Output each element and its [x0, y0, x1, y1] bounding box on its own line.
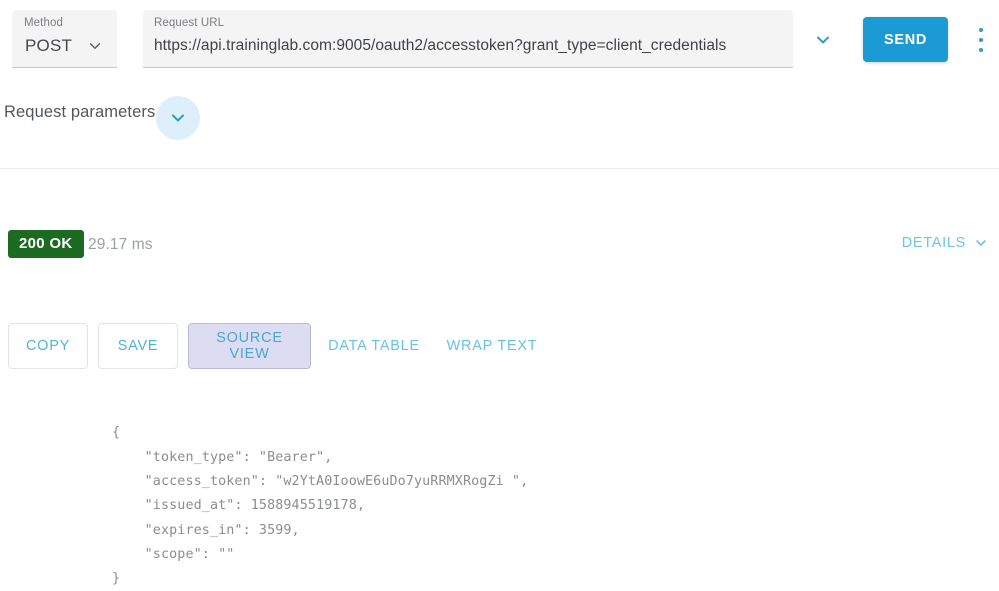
data-table-button[interactable]: DATA TABLE — [319, 323, 429, 369]
response-action-row: COPY SAVE SOURCE VIEW DATA TABLE WRAP TE… — [0, 323, 999, 371]
save-button[interactable]: SAVE — [98, 323, 178, 369]
response-status-row: 200 OK 29.17 ms DETAILS — [0, 228, 999, 264]
kebab-dot — [979, 48, 983, 52]
source-view-button[interactable]: SOURCE VIEW — [188, 323, 311, 369]
request-bar: Method POST Request URL https://api.trai… — [0, 0, 999, 80]
url-expand-chevron-down-icon[interactable] — [809, 26, 837, 54]
section-divider — [0, 168, 999, 169]
chevron-down-icon — [168, 108, 188, 128]
request-parameters-row: Request parameters — [0, 96, 999, 142]
method-selected-value: POST — [25, 36, 73, 55]
request-parameters-toggle-button[interactable] — [156, 96, 200, 140]
details-toggle-button[interactable]: DETAILS — [902, 235, 989, 251]
kebab-dot — [979, 28, 983, 32]
request-url-input[interactable]: Request URL https://api.traininglab.com:… — [143, 10, 793, 68]
method-select[interactable]: Method POST — [12, 10, 117, 68]
method-field-label: Method — [24, 17, 63, 29]
chevron-down-icon — [973, 235, 989, 251]
details-label: DETAILS — [901, 235, 966, 251]
request-url-label: Request URL — [154, 17, 225, 29]
kebab-dot — [979, 38, 983, 42]
chevron-down-icon — [86, 37, 104, 55]
wrap-text-button[interactable]: WRAP TEXT — [437, 323, 547, 369]
request-url-value: https://api.traininglab.com:9005/oauth2/… — [154, 37, 727, 54]
kebab-menu-icon[interactable] — [971, 27, 991, 53]
copy-button[interactable]: COPY — [8, 323, 88, 369]
status-badge: 200 OK — [8, 230, 84, 258]
request-parameters-label: Request parameters — [4, 103, 156, 121]
send-button[interactable]: SEND — [863, 17, 948, 62]
response-duration: 29.17 ms — [88, 236, 153, 253]
response-body-source-view: { "token_type": "Bearer", "access_token"… — [112, 425, 529, 587]
